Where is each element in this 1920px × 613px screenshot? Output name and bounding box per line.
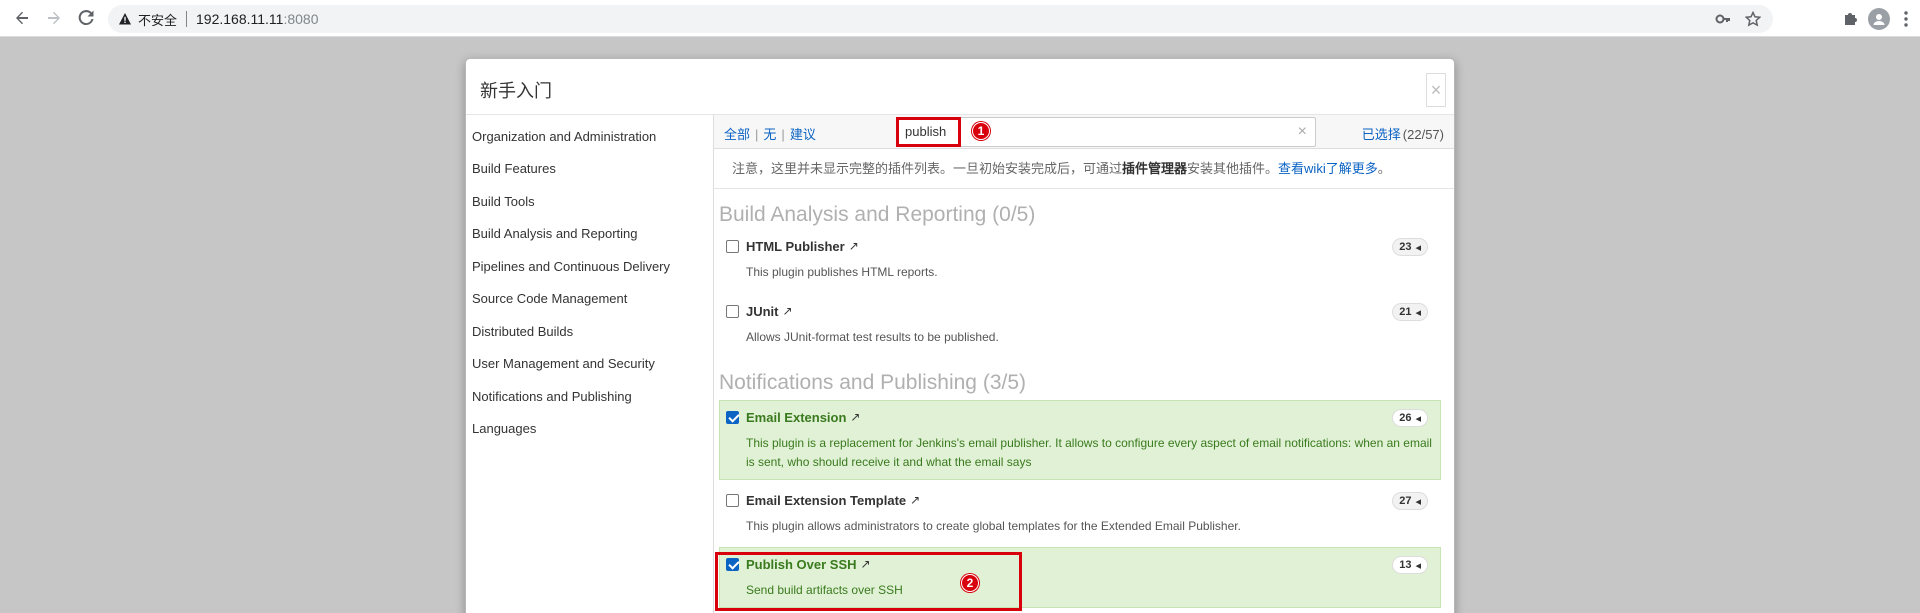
dependency-count-badge[interactable]: 13 ◂ — [1392, 556, 1428, 574]
plugin-list-note: 注意，这里并未显示完整的插件列表。一旦初始安装完成后，可通过插件管理器安装其他插… — [714, 149, 1454, 189]
close-button[interactable]: × — [1426, 73, 1446, 107]
annotation-marker: 2 — [961, 574, 979, 592]
plugin-name[interactable]: JUnit — [746, 304, 779, 319]
arrow-left-icon — [16, 11, 28, 25]
url-port: :8080 — [283, 11, 319, 27]
reload-icon — [78, 10, 94, 26]
plugin-checkbox[interactable] — [726, 410, 739, 424]
dialog-header: 新手入门 × — [466, 59, 1454, 115]
dependency-count-badge[interactable]: 27 ◂ — [1392, 492, 1428, 510]
note-text-after: 安装其他插件。 — [1187, 161, 1279, 176]
category-heading: Notifications and Publishing (3/5) — [719, 371, 1027, 394]
category-sidebar: Organization and Administration Build Fe… — [466, 115, 714, 613]
plugin-row[interactable]: JUnit ↗ 21 ◂ Allows JUnit-format test resu… — [719, 294, 1441, 355]
profile-avatar[interactable] — [1868, 8, 1890, 30]
dependency-count: 13 — [1399, 559, 1412, 571]
clear-search-icon[interactable]: × — [1298, 118, 1307, 146]
sidebar-item-scm[interactable]: Source Code Management — [466, 283, 713, 316]
sidebar-item-build-tools[interactable]: Build Tools — [466, 185, 713, 218]
category-heading: Build Analysis and Reporting (0/5) — [719, 203, 1036, 226]
note-text: 注意，这里并未显示完整的插件列表。一旦初始安装完成后，可通过 — [732, 161, 1123, 176]
sidebar-item-pipelines[interactable]: Pipelines and Continuous Delivery — [466, 250, 713, 283]
sidebar-item-build-features[interactable]: Build Features — [466, 153, 713, 186]
note-end: 。 — [1377, 161, 1391, 176]
plugin-name[interactable]: Email Extension — [746, 410, 846, 425]
back-button[interactable] — [6, 2, 38, 34]
sidebar-item-user-management[interactable]: User Management and Security — [466, 348, 713, 381]
dependency-count: 26 — [1399, 412, 1412, 424]
sidebar-item-build-analysis[interactable]: Build Analysis and Reporting — [466, 218, 713, 251]
more-vert-icon[interactable] — [1898, 10, 1914, 28]
selected-counter[interactable]: 已选择 (22/57) — [1362, 124, 1444, 143]
caret-left-icon: ◂ — [1415, 306, 1421, 319]
person-icon — [1873, 14, 1885, 25]
select-suggested-link[interactable]: 建议 — [790, 127, 816, 142]
select-all-link[interactable]: 全部 — [724, 127, 750, 142]
link-separator: | — [755, 127, 759, 142]
address-bar[interactable]: 不安全 192.168.11.11:8080 — [108, 5, 1773, 33]
sidebar-item-organization[interactable]: Organization and Administration — [466, 120, 713, 153]
external-link-icon[interactable]: ↗ — [850, 410, 860, 424]
select-none-link[interactable]: 无 — [763, 127, 776, 142]
reload-button[interactable] — [70, 2, 102, 34]
selection-links: 全部 | 无 | 建议 — [724, 124, 816, 143]
arrow-right-icon — [48, 11, 60, 25]
wiki-link[interactable]: 查看wiki了解更多 — [1278, 161, 1378, 176]
filter-bar: 全部 | 无 | 建议 publish × 已选择 (22/57) — [714, 115, 1454, 149]
warning-icon — [119, 13, 131, 25]
plugin-description: This plugin allows administrators to cre… — [746, 519, 1241, 533]
caret-left-icon: ◂ — [1415, 495, 1421, 508]
browser-toolbar: 不安全 192.168.11.11:8080 — [0, 0, 1920, 37]
url-host: 192.168.11.11 — [196, 11, 284, 27]
dependency-count-badge[interactable]: 23 ◂ — [1392, 238, 1428, 256]
dependency-count-badge[interactable]: 26 ◂ — [1392, 409, 1428, 427]
star-icon[interactable] — [1745, 11, 1761, 27]
annotation-box-search — [896, 117, 961, 147]
forward-button[interactable] — [38, 2, 70, 34]
sidebar-item-notifications[interactable]: Notifications and Publishing — [466, 380, 713, 413]
plugin-name[interactable]: HTML Publisher — [746, 239, 845, 254]
plugin-checkbox[interactable] — [726, 239, 739, 253]
selected-label: 已选择 — [1361, 127, 1401, 142]
external-link-icon[interactable]: ↗ — [910, 493, 920, 507]
caret-left-icon: ◂ — [1415, 241, 1421, 254]
caret-left-icon: ◂ — [1415, 559, 1421, 572]
link-separator: | — [781, 127, 785, 142]
plugin-row[interactable]: Email Extension ↗ 26 ◂ This plugin is a re… — [719, 400, 1441, 480]
omnibox-divider — [186, 11, 188, 27]
plugin-row[interactable]: HTML Publisher ↗ 23 ◂ This plugin publishe… — [719, 229, 1441, 290]
caret-left-icon: ◂ — [1415, 412, 1421, 425]
puzzle-icon[interactable] — [1842, 10, 1860, 28]
external-link-icon[interactable]: ↗ — [783, 304, 793, 318]
sidebar-item-languages[interactable]: Languages — [466, 413, 713, 446]
dependency-count: 27 — [1399, 495, 1412, 507]
browser-extensions — [1842, 3, 1914, 35]
plugin-description: This plugin is a replacement for Jenkins… — [746, 436, 1432, 469]
plugin-checkbox[interactable] — [726, 493, 739, 507]
dependency-count-badge[interactable]: 21 ◂ — [1392, 303, 1428, 321]
annotation-marker: 1 — [972, 122, 990, 140]
plugin-list-panel: 全部 | 无 | 建议 publish × 已选择 (22/57) 注意，这里并未显示完整… — [714, 115, 1454, 613]
plugin-description: This plugin publishes HTML reports. — [746, 265, 938, 279]
plugin-name[interactable]: Email Extension Template — [746, 493, 906, 508]
note-plugin-manager: 插件管理器 — [1122, 161, 1188, 176]
key-icon[interactable] — [1715, 11, 1731, 27]
external-link-icon[interactable]: ↗ — [849, 239, 859, 253]
plugin-checkbox[interactable] — [726, 304, 739, 318]
plugin-description: Allows JUnit-format test results to be p… — [746, 330, 999, 344]
dialog-title: 新手入门 — [480, 81, 552, 101]
selected-count: (22/57) — [1402, 127, 1444, 142]
plugin-row[interactable]: Email Extension Template ↗ 27 ◂ This plugi… — [719, 483, 1441, 544]
security-label[interactable]: 不安全 — [138, 10, 177, 29]
dependency-count: 21 — [1399, 306, 1412, 318]
omnibox-actions — [1715, 5, 1761, 33]
sidebar-item-distributed-builds[interactable]: Distributed Builds — [466, 315, 713, 348]
dependency-count: 23 — [1399, 241, 1412, 253]
